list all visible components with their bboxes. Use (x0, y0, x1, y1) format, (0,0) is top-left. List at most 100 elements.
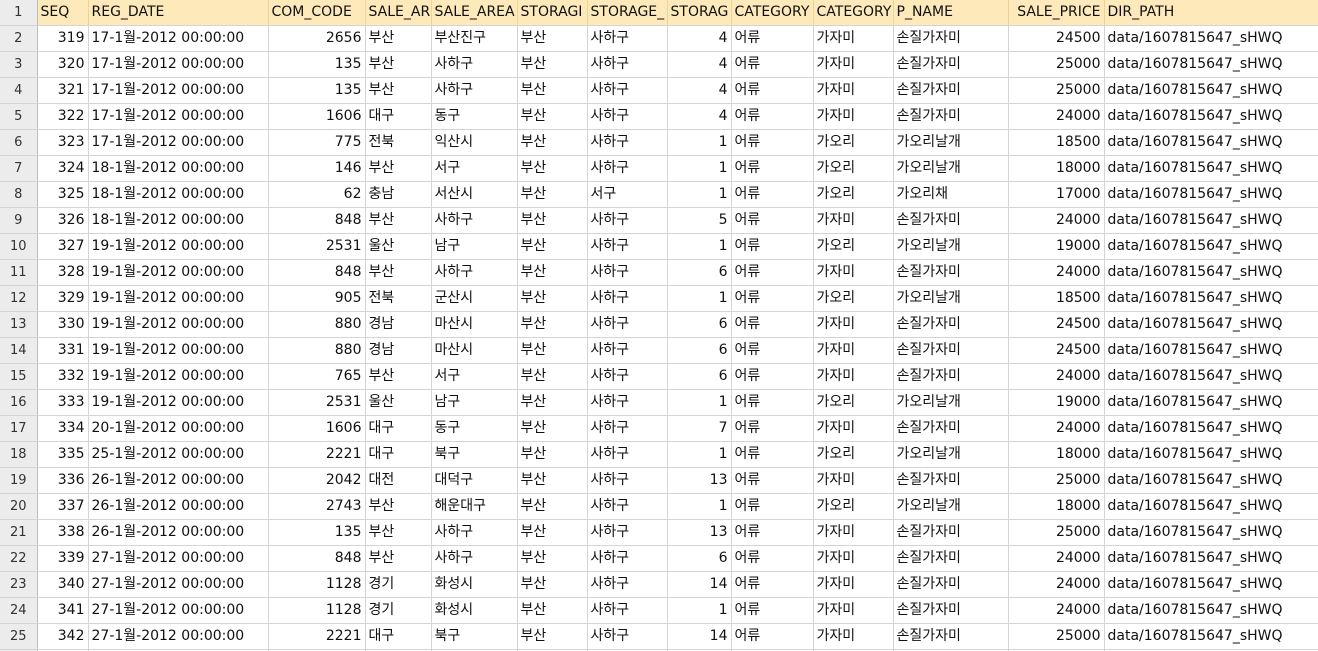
cell-seq[interactable]: 323 (37, 129, 89, 156)
cell-storage-1[interactable]: 부산 (517, 77, 588, 104)
cell-com-code[interactable]: 146 (268, 155, 366, 182)
cell-sale-area[interactable]: 동구 (431, 415, 518, 442)
cell-p-name[interactable]: 가오리날개 (893, 285, 1009, 312)
cell-sale-area[interactable]: 서구 (431, 363, 518, 390)
cell-sale-area[interactable]: 사하구 (431, 77, 518, 104)
cell-sale-price[interactable]: 25000 (1008, 519, 1105, 546)
cell-storage-3[interactable]: 14 (667, 571, 732, 598)
cell-storage-1[interactable]: 부산 (517, 493, 588, 520)
cell-reg-date[interactable]: 26-1월-2012 00:00:00 (88, 519, 269, 546)
cell-category-1[interactable]: 어류 (731, 519, 814, 546)
cell-reg-date[interactable]: 26-1월-2012 00:00:00 (88, 467, 269, 494)
cell-category-2[interactable]: 가오리 (813, 493, 894, 520)
cell-category-1[interactable]: 어류 (731, 545, 814, 572)
cell-storage-3[interactable]: 1 (667, 441, 732, 468)
cell-seq[interactable]: 336 (37, 467, 89, 494)
cell-storage-3[interactable]: 4 (667, 77, 732, 104)
cell-seq[interactable]: 338 (37, 519, 89, 546)
cell-sale-ar[interactable]: 부산 (365, 545, 432, 572)
cell-dir-path[interactable]: data/1607815647_sHWQ (1104, 545, 1318, 572)
cell-sale-ar[interactable]: 부산 (365, 259, 432, 286)
cell-sale-area[interactable]: 사하구 (431, 545, 518, 572)
cell-category-1[interactable]: 어류 (731, 415, 814, 442)
cell-com-code[interactable]: 62 (268, 181, 366, 208)
cell-p-name[interactable]: 손질가자미 (893, 623, 1009, 650)
cell-sale-price[interactable]: 25000 (1008, 623, 1105, 650)
cell-com-code[interactable]: 848 (268, 259, 366, 286)
row-number[interactable]: 16 (0, 389, 38, 416)
cell-category-1[interactable]: 어류 (731, 467, 814, 494)
cell-sale-area[interactable]: 화성시 (431, 597, 518, 624)
cell-category-1[interactable]: 어류 (731, 233, 814, 260)
cell-storage-2[interactable]: 사하구 (587, 623, 668, 650)
cell-sale-ar[interactable]: 부산 (365, 155, 432, 182)
cell-sale-ar[interactable]: 부산 (365, 519, 432, 546)
cell-sale-ar[interactable]: 경기 (365, 571, 432, 598)
cell-dir-path[interactable]: data/1607815647_sHWQ (1104, 337, 1318, 364)
cell-storage-1[interactable]: 부산 (517, 103, 588, 130)
cell-sale-area[interactable]: 남구 (431, 389, 518, 416)
cell-sale-ar[interactable]: 경기 (365, 597, 432, 624)
cell-category-1[interactable]: 어류 (731, 207, 814, 234)
column-header-dir-path[interactable]: DIR_PATH (1104, 0, 1318, 26)
cell-category-1[interactable]: 어류 (731, 337, 814, 364)
cell-sale-area[interactable]: 부산진구 (431, 25, 518, 52)
cell-storage-2[interactable]: 사하구 (587, 597, 668, 624)
cell-sale-price[interactable]: 18000 (1008, 155, 1105, 182)
cell-category-2[interactable]: 가오리 (813, 441, 894, 468)
cell-sale-ar[interactable]: 울산 (365, 389, 432, 416)
cell-storage-2[interactable]: 사하구 (587, 363, 668, 390)
cell-storage-2[interactable]: 사하구 (587, 51, 668, 78)
cell-storage-1[interactable]: 부산 (517, 337, 588, 364)
cell-category-2[interactable]: 가오리 (813, 389, 894, 416)
cell-sale-ar[interactable]: 대구 (365, 103, 432, 130)
cell-seq[interactable]: 335 (37, 441, 89, 468)
cell-storage-3[interactable]: 13 (667, 519, 732, 546)
cell-storage-1[interactable]: 부산 (517, 363, 588, 390)
column-header-sale-price[interactable]: SALE_PRICE (1008, 0, 1105, 26)
cell-storage-2[interactable]: 사하구 (587, 285, 668, 312)
column-header-sale-ar[interactable]: SALE_AR (365, 0, 432, 26)
cell-sale-price[interactable]: 25000 (1008, 51, 1105, 78)
row-number[interactable]: 23 (0, 571, 38, 598)
cell-com-code[interactable]: 2221 (268, 441, 366, 468)
cell-storage-1[interactable]: 부산 (517, 311, 588, 338)
cell-sale-ar[interactable]: 부산 (365, 363, 432, 390)
cell-com-code[interactable]: 1606 (268, 415, 366, 442)
cell-storage-1[interactable]: 부산 (517, 259, 588, 286)
cell-seq[interactable]: 326 (37, 207, 89, 234)
cell-reg-date[interactable]: 19-1월-2012 00:00:00 (88, 337, 269, 364)
cell-sale-ar[interactable]: 충남 (365, 181, 432, 208)
cell-category-1[interactable]: 어류 (731, 285, 814, 312)
cell-dir-path[interactable]: data/1607815647_sHWQ (1104, 623, 1318, 650)
cell-sale-area[interactable]: 대덕구 (431, 467, 518, 494)
cell-storage-3[interactable]: 5 (667, 207, 732, 234)
cell-dir-path[interactable]: data/1607815647_sHWQ (1104, 129, 1318, 156)
cell-storage-3[interactable]: 1 (667, 597, 732, 624)
cell-com-code[interactable]: 880 (268, 337, 366, 364)
cell-sale-ar[interactable]: 부산 (365, 493, 432, 520)
row-number[interactable]: 4 (0, 77, 38, 104)
cell-seq[interactable]: 320 (37, 51, 89, 78)
cell-storage-2[interactable]: 사하구 (587, 467, 668, 494)
cell-storage-2[interactable]: 사하구 (587, 571, 668, 598)
column-header-sale-area[interactable]: SALE_AREA (431, 0, 518, 26)
cell-p-name[interactable]: 가오리날개 (893, 129, 1009, 156)
cell-sale-price[interactable]: 24000 (1008, 571, 1105, 598)
cell-sale-area[interactable]: 마산시 (431, 311, 518, 338)
cell-reg-date[interactable]: 26-1월-2012 00:00:00 (88, 493, 269, 520)
cell-storage-2[interactable]: 사하구 (587, 77, 668, 104)
cell-reg-date[interactable]: 19-1월-2012 00:00:00 (88, 285, 269, 312)
cell-dir-path[interactable]: data/1607815647_sHWQ (1104, 571, 1318, 598)
cell-sale-ar[interactable]: 부산 (365, 77, 432, 104)
cell-storage-3[interactable]: 1 (667, 493, 732, 520)
row-number[interactable]: 3 (0, 51, 38, 78)
cell-com-code[interactable]: 2531 (268, 389, 366, 416)
cell-dir-path[interactable]: data/1607815647_sHWQ (1104, 51, 1318, 78)
row-number[interactable]: 9 (0, 207, 38, 234)
cell-storage-1[interactable]: 부산 (517, 519, 588, 546)
cell-p-name[interactable]: 손질가자미 (893, 415, 1009, 442)
cell-reg-date[interactable]: 18-1월-2012 00:00:00 (88, 207, 269, 234)
cell-p-name[interactable]: 손질가자미 (893, 311, 1009, 338)
cell-sale-price[interactable]: 17000 (1008, 181, 1105, 208)
